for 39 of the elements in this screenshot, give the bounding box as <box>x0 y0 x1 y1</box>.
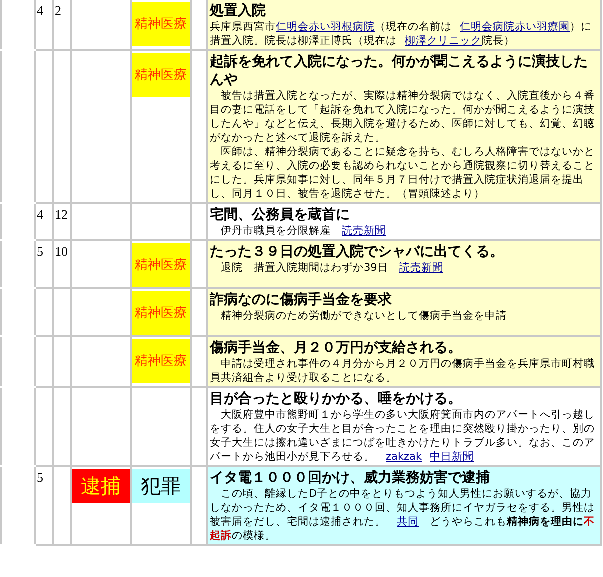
entry-title: 宅間、公務員を蔵首に <box>210 206 351 224</box>
entry-text: 大阪府豊中市熊野町１から学生の多い大阪府箕面市内のアパートへ引っ越しをする。住人の女子大生と目が合ったことを理由に突然殴り掛かったり、別の女子大生には擦れ違いざまにつばを吐きかけたりトラブル多い。なお、このアパートから池田小が見下ろせる。 zakzak 中日新聞 <box>210 408 596 464</box>
category-label: 精神医療 <box>132 339 190 383</box>
category-label: 逮捕 <box>72 469 130 503</box>
news-link[interactable]: 読売新聞 <box>399 262 444 274</box>
category-label: 精神医療 <box>132 2 190 46</box>
news-link[interactable]: 中日新聞 <box>430 451 474 463</box>
entry-text: この頃、離縁したD子との中をとりもつよう知人男性にお願いするが、協力しなかったため、イタ電１０００回、知人事務所にイヤガラセをする。男性は被害届をだし、宅間は逮捕された。 共同 どうやらこれも精神病を理由に不起訴の模様。 <box>210 487 596 543</box>
entry-title: 詐病なのに傷病手当金を要求 <box>210 291 393 309</box>
news-link[interactable]: 柳澤クリニック <box>405 35 482 47</box>
category-label: 精神医療 <box>132 243 190 287</box>
entry-title: たった３９日の処置入院でシャバに出てくる。 <box>210 243 505 261</box>
entry-title: イタ電１０００回かけ、威力業務妨害で逮捕 <box>210 469 491 487</box>
entry-title: 処置入院 <box>210 2 267 20</box>
day-cell: 12 <box>55 207 68 222</box>
entry-text: 申請は受理され事件の４月分から月２０万円の傷病手当金を兵庫県市町村職員共済組合より受け取ることになる。 <box>210 357 596 385</box>
entry-text: 伊丹市職員を分限解雇 読売新聞 <box>220 224 387 238</box>
month-cell: 5 <box>37 470 44 485</box>
month-cell: 5 <box>37 244 44 259</box>
news-link[interactable]: 共同 <box>397 516 419 528</box>
entry-title: 起訴を免れて入院になった。何かが聞こえるように演技したんや <box>210 53 589 89</box>
entry-text: 退院 措置入院期間はわずか39日 読売新聞 <box>220 261 444 275</box>
news-link[interactable]: 読売新聞 <box>342 225 386 237</box>
month-cell: 4 <box>37 3 44 18</box>
news-link[interactable]: 仁明会赤い羽根病院 <box>276 21 375 33</box>
category-label: 精神医療 <box>132 53 190 97</box>
entry-text: 兵庫県西宮市仁明会赤い羽根病院（現在の名前は 仁明会病院赤い羽療園）に措置入院。院長は柳澤正博氏（現在は 柳澤クリニック 院長） <box>210 20 593 48</box>
category-label: 犯罪 <box>132 469 190 503</box>
category-label: 精神医療 <box>132 291 190 335</box>
entry-title: 目が合ったと殴りかかる、唾をかける。 <box>210 390 463 408</box>
entry-text: 被告は措置入院となったが、実際は精神分裂病ではなく、入院直後から４番目の妻に電話をして「起訴を免れて入院になった。何かが聞こえるように演技したんや」などと伝え、長期入院を避けるため、医師に対しても、幻覚、幻聴がなかったと述べて退院を訴えた。 <box>210 89 596 145</box>
day-cell: 2 <box>55 3 62 18</box>
day-cell: 10 <box>55 244 68 259</box>
entry-text: 医師は、精神分裂病であることに疑念を持ち、むしろ人格障害ではないかと考えるに至り、入院の必要も認められないことから通院観察に切り替えることにした。兵庫県知事に対し、同年５月７日付けで措置入院症状消退届を提出し、同月１０日、被告を退院させた。（冒頭陳述より） <box>210 145 596 201</box>
entry-title: 傷病手当金、月２０万円が支給される。 <box>210 339 463 357</box>
news-link[interactable]: zakzak <box>386 451 422 463</box>
entry-text: 精神分裂病のため労働ができないとして傷病手当金を申請 <box>220 309 508 323</box>
news-link[interactable]: 仁明会病院赤い羽療園 <box>460 21 570 33</box>
month-cell: 4 <box>37 207 44 222</box>
